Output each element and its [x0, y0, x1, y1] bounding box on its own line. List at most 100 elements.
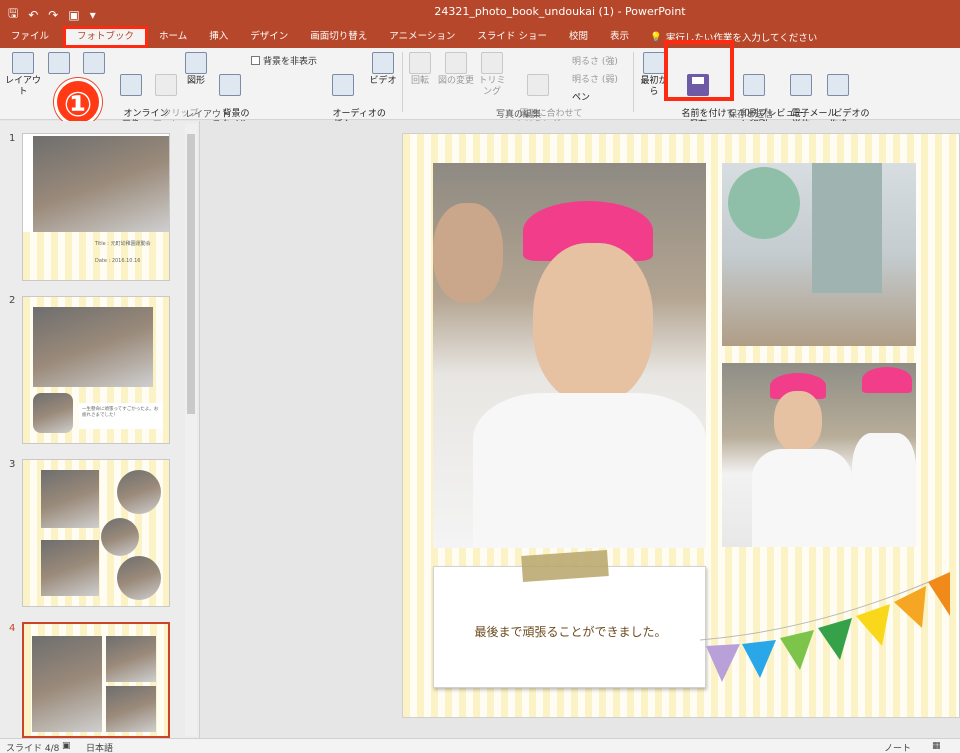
balloon: [728, 167, 800, 239]
textbox-button[interactable]: [44, 52, 74, 76]
top-right-photo[interactable]: [722, 163, 916, 346]
slide-thumbnail-3[interactable]: [22, 459, 170, 607]
white-shirt: [852, 433, 916, 547]
thumb-photo: [41, 470, 99, 528]
picture-icon: [83, 52, 105, 74]
thumb-title-line: Title : 元町幼稚園運動会: [95, 241, 151, 247]
flag-purple: [706, 644, 740, 682]
trim-button[interactable]: トリミング: [475, 52, 509, 98]
print-preview-icon: [743, 74, 765, 96]
caption-box[interactable]: 最後まで頑張ることができました。: [433, 566, 706, 688]
shape-crop-icon: [527, 74, 549, 96]
rotate-button[interactable]: 回転: [405, 52, 435, 87]
change-picture-icon: [445, 52, 467, 74]
shape-icon: [185, 52, 207, 74]
main-photo[interactable]: [433, 163, 706, 548]
window-title: 24321_photo_book_undoukai (1) - PowerPoi…: [434, 5, 686, 18]
slide-number: 2: [9, 295, 16, 306]
thumb-date-line: Date : 2016.10.16: [95, 258, 141, 264]
tab-photobook[interactable]: フォトブック: [63, 26, 149, 48]
slideshow-icon: [643, 52, 665, 74]
white-shirt: [752, 449, 852, 547]
slide-thumbnail-1[interactable]: Title : 元町幼稚園運動会 Date : 2016.10.16: [22, 133, 170, 281]
thumbnail-scrollbar[interactable]: [185, 124, 197, 736]
thumb-photo: [117, 470, 161, 514]
brightness-up-button[interactable]: 明るさ (強): [572, 54, 618, 67]
rotate-icon: [409, 52, 431, 74]
bunting-decoration: [700, 572, 950, 682]
group-photo-label: 写真の編集: [496, 110, 542, 120]
annotation-one: ①: [54, 78, 102, 126]
video-button[interactable]: ビデオ: [368, 52, 398, 87]
slide-number: 1: [9, 133, 16, 144]
flag-green: [780, 630, 814, 670]
notes-button[interactable]: ノート: [884, 741, 911, 753]
tab-insert[interactable]: 挿入: [198, 26, 239, 48]
speaker-icon: [332, 74, 354, 96]
slide-count: スライド 4/8: [6, 744, 60, 753]
scrollbar-thumb[interactable]: [187, 134, 195, 414]
child-face: [774, 391, 822, 451]
pen-button[interactable]: ペン: [572, 90, 590, 103]
thumb-photo: [41, 540, 99, 596]
normal-view-icon[interactable]: ▦: [932, 741, 941, 751]
ribbon: レイアウト オンライン 画像 クリップ アート 図形 背景の スタイル 背景を非…: [0, 40, 960, 130]
slide-thumbnail-4[interactable]: [22, 622, 170, 738]
white-shirt: [473, 393, 706, 548]
highlight-box-save: [664, 40, 734, 101]
pink-cap: [862, 367, 912, 393]
lightbulb-icon: 💡: [649, 31, 662, 43]
tab-view[interactable]: 表示: [599, 26, 640, 48]
change-picture-button[interactable]: 図の変更: [437, 52, 475, 87]
email-icon: [790, 74, 812, 96]
online-image-icon: [120, 74, 142, 96]
thumb-photo: [32, 636, 102, 732]
building: [812, 163, 882, 293]
slide-number: 4: [9, 623, 16, 634]
checkbox-icon: [251, 56, 260, 65]
spellcheck-icon[interactable]: ▣: [62, 741, 71, 751]
hide-bg-checkbox[interactable]: 背景を非表示: [251, 54, 317, 67]
ribbon-tabs: ファイル フォトブック ホーム 挿入 デザイン 画面切り替え アニメーション ス…: [0, 26, 960, 48]
thumb-photo: [117, 556, 161, 600]
ribbon-divider: [633, 52, 634, 112]
thumb-photo: [106, 636, 156, 682]
layout-button[interactable]: レイアウト: [4, 52, 42, 98]
language[interactable]: 日本語: [86, 741, 113, 753]
tab-animations[interactable]: アニメーション: [378, 26, 466, 48]
thumb-photo: [33, 307, 153, 387]
flag-yellow: [856, 604, 890, 646]
flag-darkgreen: [818, 618, 852, 660]
caption-text: 最後まで頑張ることができました。: [474, 625, 667, 639]
blurred-face: [433, 203, 503, 303]
thumb-caption: 一生懸命に頑張ってすごかったよ。お疲れさまでした！: [79, 403, 163, 429]
shape-button[interactable]: 図形: [183, 52, 209, 87]
thumb-photo: [33, 136, 169, 232]
ribbon-divider: [402, 52, 403, 112]
slide-thumbnail-2[interactable]: 一生懸命に頑張ってすごかったよ。お疲れさまでした！: [22, 296, 170, 444]
tab-slideshow[interactable]: スライド ショー: [466, 26, 558, 48]
film-icon: [372, 52, 394, 74]
layout-icon: [12, 52, 34, 74]
flag-orange: [894, 586, 926, 628]
textbox-icon: [48, 52, 70, 74]
tab-file[interactable]: ファイル: [0, 26, 60, 48]
flag-blue: [742, 640, 776, 678]
bottom-right-photo[interactable]: [722, 363, 916, 547]
video-make-icon: [827, 74, 849, 96]
child-face: [533, 243, 653, 403]
slide-thumbnail-panel: 1 Title : 元町幼稚園運動会 Date : 2016.10.16 2 一…: [0, 121, 200, 738]
picture-button[interactable]: [80, 52, 108, 76]
tab-design[interactable]: デザイン: [239, 26, 299, 48]
group-layout-label: レイアウト: [185, 110, 231, 120]
tab-review[interactable]: 校閲: [558, 26, 599, 48]
crop-icon: [481, 52, 503, 74]
thumb-photo: [106, 686, 156, 732]
slide-number: 3: [9, 459, 16, 470]
tab-transitions[interactable]: 画面切り替え: [299, 26, 378, 48]
brightness-down-button[interactable]: 明るさ (弱): [572, 72, 618, 85]
status-bar: スライド 4/8 ▣ 日本語 ノート ▦: [0, 738, 960, 753]
bg-style-icon: [219, 74, 241, 96]
clipart-icon: [155, 74, 177, 96]
tab-home[interactable]: ホーム: [148, 26, 198, 48]
